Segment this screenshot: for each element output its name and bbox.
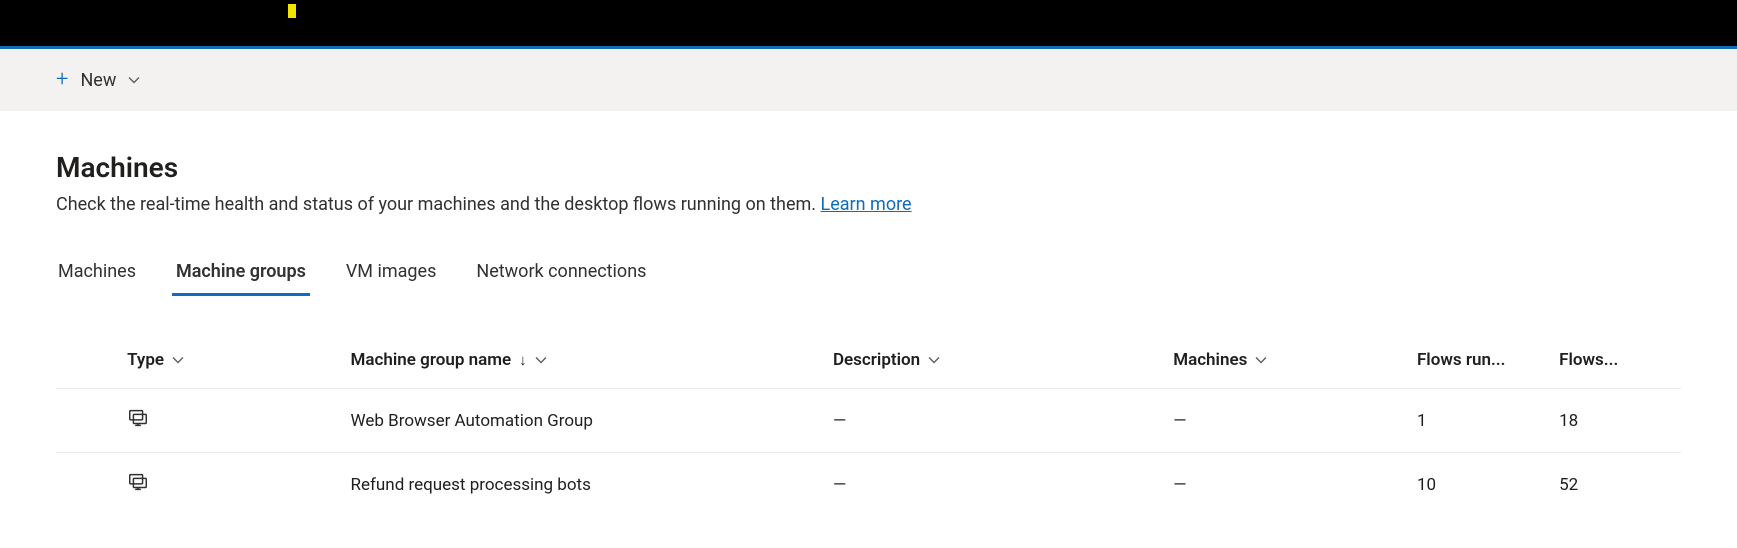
- col-flows-running[interactable]: Flows run...: [1417, 336, 1559, 389]
- col-description[interactable]: Description: [833, 336, 1173, 389]
- cell-description: —: [833, 389, 1173, 453]
- page-title: Machines: [56, 151, 1681, 184]
- machine-group-icon: [127, 414, 149, 434]
- col-name[interactable]: Machine group name ↓: [351, 336, 833, 389]
- table-row[interactable]: Refund request processing bots — — 10 52: [56, 453, 1681, 517]
- cell-machines: —: [1173, 453, 1417, 517]
- new-button[interactable]: + New: [56, 69, 140, 91]
- chevron-down-icon: [128, 74, 140, 86]
- table-header-row: Type Machine group name ↓ Description: [56, 336, 1681, 389]
- machine-groups-table: Type Machine group name ↓ Description: [56, 336, 1681, 516]
- col-flows-running-label: Flows run...: [1417, 350, 1506, 370]
- cell-flows-queued: 52: [1559, 453, 1681, 517]
- tab-machine-groups[interactable]: Machine groups: [174, 255, 308, 294]
- col-machines[interactable]: Machines: [1173, 336, 1417, 389]
- col-machines-label: Machines: [1173, 350, 1247, 370]
- col-flows-queued-label: Flows...: [1559, 350, 1618, 370]
- tab-list: Machines Machine groups VM images Networ…: [56, 255, 1681, 294]
- sort-down-icon: ↓: [519, 351, 527, 369]
- command-bar: + New: [0, 49, 1737, 111]
- plus-icon: +: [56, 69, 68, 91]
- cell-flows-running: 1: [1417, 389, 1559, 453]
- learn-more-link[interactable]: Learn more: [821, 194, 912, 215]
- cell-machines: —: [1173, 389, 1417, 453]
- machine-group-icon: [127, 478, 149, 498]
- tab-network-connections[interactable]: Network connections: [474, 255, 648, 294]
- chevron-down-icon: [928, 354, 940, 366]
- text-cursor: [288, 4, 296, 18]
- table-row[interactable]: Web Browser Automation Group — — 1 18: [56, 389, 1681, 453]
- new-button-label: New: [80, 70, 116, 91]
- col-name-label: Machine group name: [351, 350, 512, 370]
- cell-name[interactable]: Web Browser Automation Group: [351, 389, 833, 453]
- window-titlebar: [0, 0, 1737, 46]
- cell-flows-running: 10: [1417, 453, 1559, 517]
- subtitle-text: Check the real-time health and status of…: [56, 194, 821, 215]
- col-type-label: Type: [127, 350, 164, 370]
- page-subtitle: Check the real-time health and status of…: [56, 194, 1681, 215]
- tab-vm-images[interactable]: VM images: [344, 255, 439, 294]
- cell-flows-queued: 18: [1559, 389, 1681, 453]
- col-flows-queued[interactable]: Flows...: [1559, 336, 1681, 389]
- col-type[interactable]: Type: [127, 336, 350, 389]
- chevron-down-icon: [172, 354, 184, 366]
- col-select: [56, 336, 127, 389]
- chevron-down-icon: [1255, 354, 1267, 366]
- cell-name[interactable]: Refund request processing bots: [351, 453, 833, 517]
- chevron-down-icon: [535, 354, 547, 366]
- cell-description: —: [833, 453, 1173, 517]
- tab-machines[interactable]: Machines: [56, 255, 138, 294]
- col-description-label: Description: [833, 350, 920, 370]
- main-content: Machines Check the real-time health and …: [0, 111, 1737, 516]
